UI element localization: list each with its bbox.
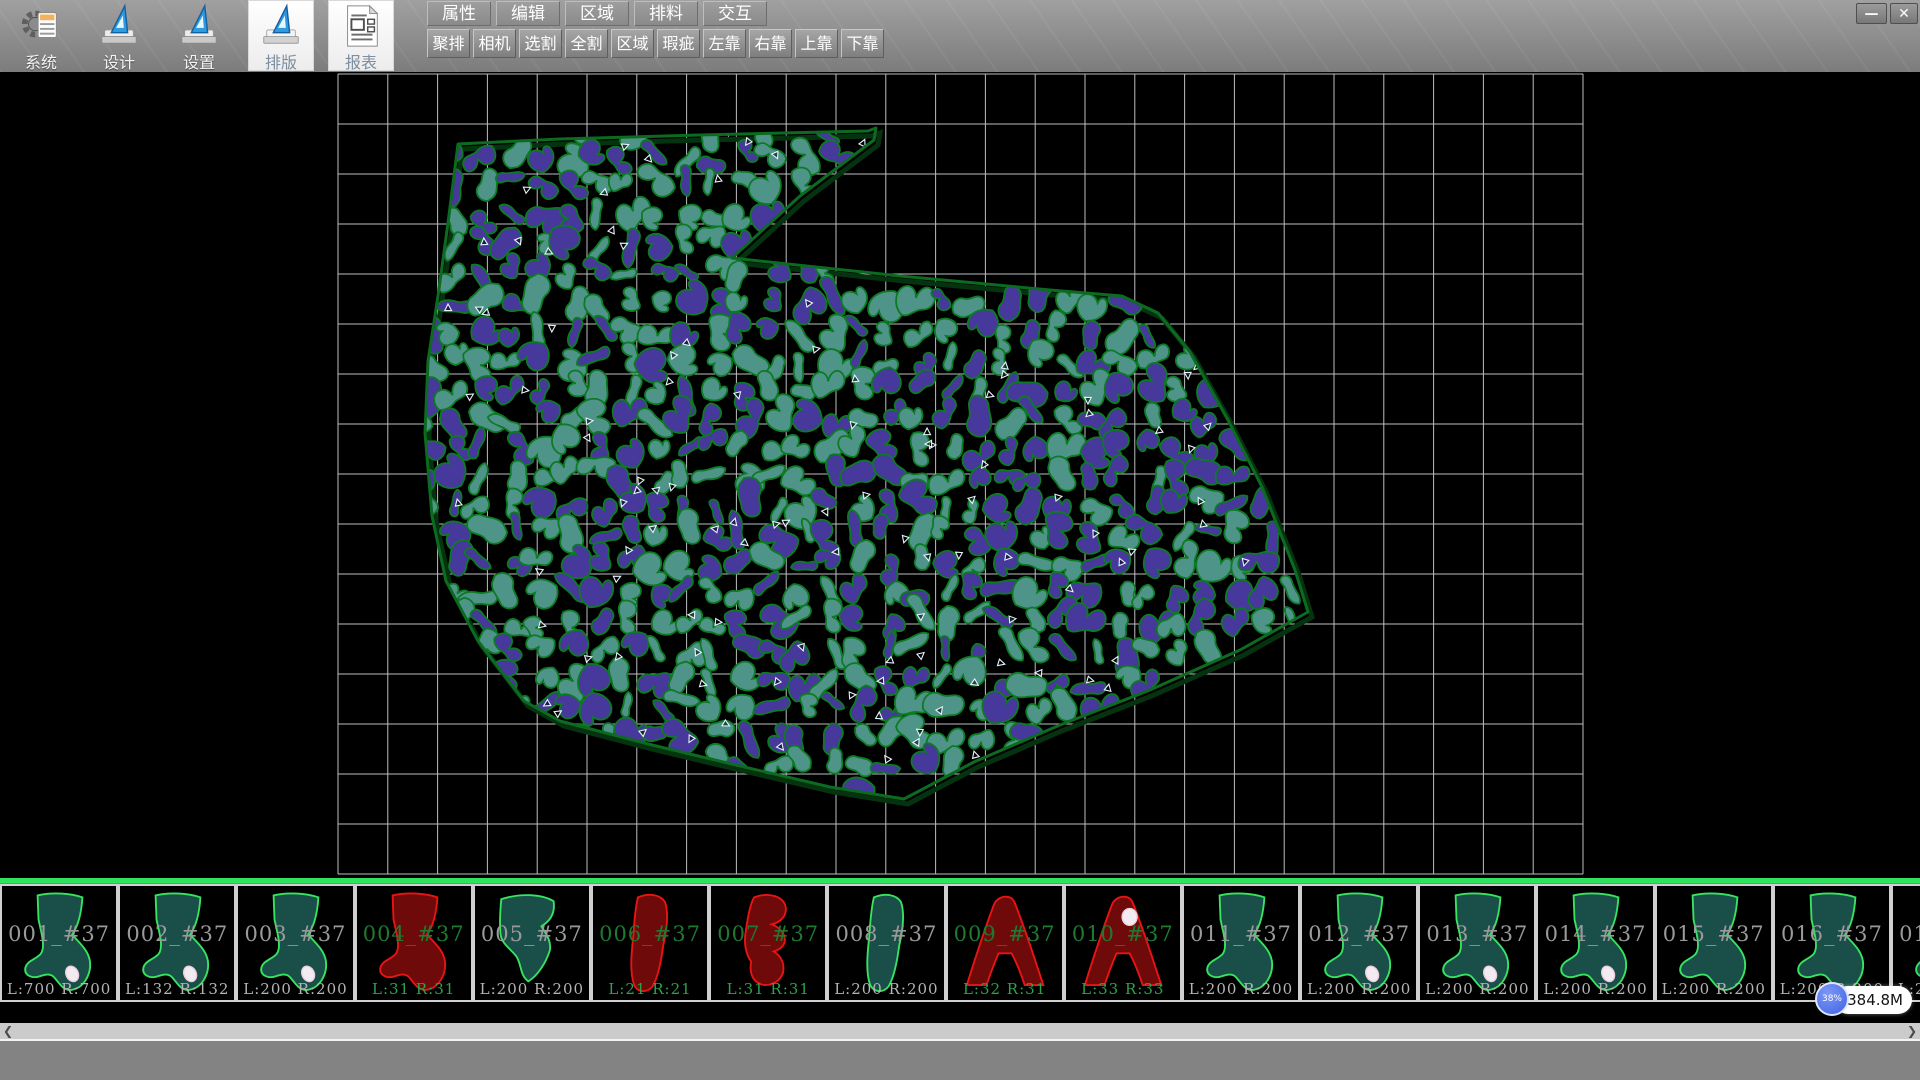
parts-thumbnail-strip: 001_#37 L:700 R:700 002_#37 L:132 R:132 … (0, 884, 1920, 1002)
part-thumbnail[interactable]: 003_#37 L:200 R:200 (236, 884, 354, 1002)
part-thumbnail[interactable]: 002_#37 L:132 R:132 (118, 884, 236, 1002)
horizontal-scrollbar[interactable]: ❮ ❯ (0, 1023, 1920, 1039)
part-thumbnail[interactable]: 004_#37 L:31 R:31 (355, 884, 473, 1002)
part-id-label: 005_#37 (475, 922, 589, 946)
part-thumbnail[interactable]: 009_#37 L:32 R:31 (946, 884, 1064, 1002)
tool-snap-up[interactable]: 上靠 (795, 29, 838, 58)
tab-report[interactable]: 报表 (328, 0, 394, 71)
close-button[interactable]: ✕ (1890, 3, 1918, 24)
part-lr-counts: L:200 R:200 (1420, 980, 1534, 998)
part-lr-counts: L:200 R:200 (1538, 980, 1652, 998)
part-thumbnail[interactable]: 011_#37 L:200 R:200 (1182, 884, 1300, 1002)
tab-design-label: 设计 (86, 49, 152, 73)
tab-system[interactable]: 系统 (8, 0, 74, 71)
part-id-label: 016_#37 (1775, 922, 1889, 946)
part-thumbnail[interactable]: 006_#37 L:21 R:21 (591, 884, 709, 1002)
tool-camera[interactable]: 相机 (473, 29, 516, 58)
tool-defect[interactable]: 瑕疵 (657, 29, 700, 58)
tool-select-cut[interactable]: 选割 (519, 29, 562, 58)
app-window: 系统 设计 设置 (0, 0, 1920, 1080)
tool-snap-right[interactable]: 右靠 (749, 29, 792, 58)
part-lr-counts: L:200 R:200 (475, 980, 589, 998)
part-id-label: 007_#37 (711, 922, 825, 946)
nesting-viewport[interactable] (0, 72, 1920, 880)
strip-lower-gap (0, 1002, 1920, 1023)
part-thumbnail[interactable]: 013_#37 L:200 R:200 (1418, 884, 1536, 1002)
menu-interact[interactable]: 交互 (703, 1, 767, 26)
minimize-button[interactable]: — (1856, 3, 1887, 24)
nesting-ruler-icon (248, 3, 314, 49)
tab-system-label: 系统 (8, 49, 74, 73)
tab-report-label: 报表 (328, 49, 394, 73)
part-lr-counts: L:33 R:33 (1066, 980, 1180, 998)
part-thumbnail[interactable]: 017_#37 L:200 R:200 (1891, 884, 1920, 1002)
part-lr-counts: L:200 R:200 (829, 980, 943, 998)
tab-nesting-active[interactable]: 排版 (248, 0, 314, 71)
part-id-label: 010_#37 (1066, 922, 1180, 946)
part-thumbnail[interactable]: 005_#37 L:200 R:200 (473, 884, 591, 1002)
tab-settings[interactable]: 设置 (166, 0, 232, 71)
part-id-label: 012_#37 (1302, 922, 1416, 946)
strip-accent-line (0, 878, 1920, 883)
tool-cluster-nest[interactable]: 聚排 (427, 29, 470, 58)
part-thumbnail[interactable]: 015_#37 L:200 R:200 (1655, 884, 1773, 1002)
part-lr-counts: L:21 R:21 (593, 980, 707, 998)
part-thumbnail[interactable]: 014_#37 L:200 R:200 (1536, 884, 1654, 1002)
nesting-canvas-svg (0, 72, 1920, 880)
part-thumbnail[interactable]: 007_#37 L:31 R:31 (709, 884, 827, 1002)
part-id-label: 002_#37 (120, 922, 234, 946)
part-id-label: 011_#37 (1184, 922, 1298, 946)
part-id-label: 003_#37 (238, 922, 352, 946)
design-ruler-icon (86, 3, 152, 49)
part-thumbnail[interactable]: 010_#37 L:33 R:33 (1064, 884, 1182, 1002)
bottom-status-bar (0, 1041, 1920, 1080)
part-thumbnail[interactable]: 012_#37 L:200 R:200 (1300, 884, 1418, 1002)
part-id-label: 017_#37 (1893, 922, 1920, 946)
part-thumbnail[interactable]: 008_#37 L:200 R:200 (827, 884, 945, 1002)
part-id-label: 008_#37 (829, 922, 943, 946)
menu-nesting[interactable]: 排料 (634, 1, 698, 26)
scroll-left-icon[interactable]: ❮ (0, 1023, 16, 1039)
part-lr-counts: L:31 R:31 (711, 980, 825, 998)
part-id-label: 015_#37 (1657, 922, 1771, 946)
tool-cut-all[interactable]: 全割 (565, 29, 608, 58)
part-lr-counts: L:32 R:31 (948, 980, 1062, 998)
part-id-label: 006_#37 (593, 922, 707, 946)
part-lr-counts: L:200 R:200 (1184, 980, 1298, 998)
part-id-label: 004_#37 (357, 922, 471, 946)
tool-snap-down[interactable]: 下靠 (841, 29, 884, 58)
menu-edit[interactable]: 编辑 (496, 1, 560, 26)
part-lr-counts: L:700 R:700 (2, 980, 116, 998)
memory-percent-badge: 38% (1815, 982, 1849, 1016)
part-lr-counts: L:200 R:200 (1657, 980, 1771, 998)
main-toolbar: 系统 设计 设置 (0, 0, 1920, 73)
part-id-label: 014_#37 (1538, 922, 1652, 946)
report-doc-icon (328, 3, 394, 49)
scroll-right-icon[interactable]: ❯ (1904, 1023, 1920, 1039)
menu-properties[interactable]: 属性 (427, 1, 491, 26)
tab-design[interactable]: 设计 (86, 0, 152, 71)
part-lr-counts: L:200 R:200 (238, 980, 352, 998)
tab-settings-label: 设置 (166, 49, 232, 73)
system-gear-icon (8, 3, 74, 49)
menu-region[interactable]: 区域 (565, 1, 629, 26)
settings-ruler-icon (166, 3, 232, 49)
tab-nesting-label: 排版 (248, 49, 314, 73)
part-id-label: 009_#37 (948, 922, 1062, 946)
part-lr-counts: L:132 R:132 (120, 980, 234, 998)
tool-snap-left[interactable]: 左靠 (703, 29, 746, 58)
part-id-label: 013_#37 (1420, 922, 1534, 946)
part-id-label: 001_#37 (2, 922, 116, 946)
part-thumbnail[interactable]: 001_#37 L:700 R:700 (0, 884, 118, 1002)
part-lr-counts: L:31 R:31 (357, 980, 471, 998)
part-lr-counts: L:200 R:200 (1302, 980, 1416, 998)
tool-region[interactable]: 区域 (611, 29, 654, 58)
